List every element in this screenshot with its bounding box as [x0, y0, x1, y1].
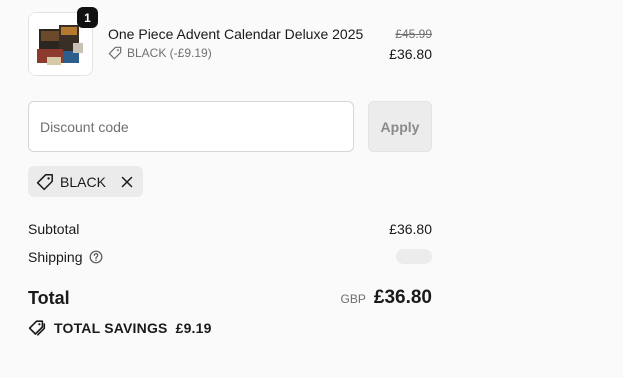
total-label: Total	[28, 287, 70, 308]
original-price: £45.99	[395, 27, 432, 41]
question-circle-icon[interactable]	[89, 250, 103, 264]
applied-discount-code: BLACK	[60, 173, 106, 190]
tags-icon	[28, 320, 46, 336]
item-discount-label: BLACK (-£9.19)	[127, 46, 212, 60]
item-discount: BLACK (-£9.19)	[108, 46, 212, 60]
shipping-label: Shipping	[28, 248, 83, 265]
remove-discount-button[interactable]	[120, 175, 134, 189]
shipping-value-placeholder	[396, 249, 432, 264]
close-icon	[121, 176, 133, 187]
apply-button[interactable]: Apply	[368, 101, 432, 152]
item-price: £36.80	[389, 46, 432, 62]
currency-code: GBP	[340, 292, 366, 306]
product-title: One Piece Advent Calendar Deluxe 2025	[108, 26, 364, 42]
total-amount-group: GBP £36.80	[341, 287, 432, 309]
subtotal-label: Subtotal	[28, 220, 80, 237]
tag-icon	[108, 46, 122, 60]
savings-label: TOTAL SAVINGS	[54, 320, 168, 336]
tag-icon	[36, 173, 53, 190]
total-value: £36.80	[373, 287, 432, 308]
savings-value: £9.19	[175, 320, 212, 336]
total-savings: TOTAL SAVINGS £9.19	[28, 319, 212, 337]
quantity-badge: 1	[77, 7, 98, 28]
shipping-label-group: Shipping	[28, 249, 103, 265]
shipping-row: Shipping	[28, 248, 432, 265]
discount-code-input[interactable]	[28, 101, 354, 152]
applied-discount-chip: BLACK	[28, 166, 143, 197]
subtotal-value: £36.80	[389, 220, 432, 237]
total-row: Total GBP £36.80	[28, 287, 432, 309]
subtotal-row: Subtotal £36.80	[28, 220, 432, 237]
line-item: 1 One Piece Advent Calendar Deluxe 2025 …	[28, 7, 432, 76]
